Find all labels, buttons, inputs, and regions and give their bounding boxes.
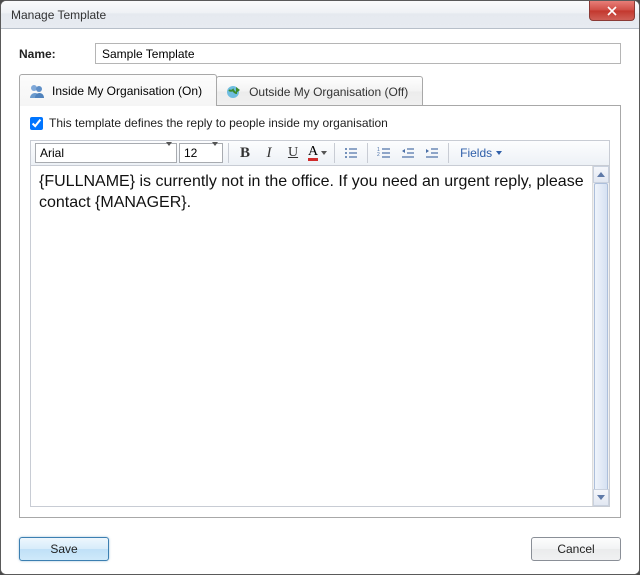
tab-strip: Inside My Organisation (On) Outside My O…: [19, 74, 621, 106]
indent-icon: [425, 146, 439, 160]
tab-label: Outside My Organisation (Off): [249, 85, 408, 99]
dialog-window: Manage Template Name: Inside My Organisa…: [0, 0, 640, 575]
numbered-list-button[interactable]: 12: [373, 142, 395, 164]
size-value: 12: [184, 146, 197, 160]
arrow-up-icon: [597, 172, 605, 177]
name-label: Name:: [19, 47, 81, 61]
close-icon: [607, 6, 617, 16]
name-input[interactable]: [95, 43, 621, 64]
bullet-list-button[interactable]: [340, 142, 362, 164]
save-button[interactable]: Save: [19, 537, 109, 561]
people-icon: [28, 82, 46, 100]
defines-reply-checkbox[interactable]: [30, 117, 43, 130]
titlebar[interactable]: Manage Template: [1, 1, 639, 29]
checkbox-label: This template defines the reply to peopl…: [49, 116, 388, 130]
chevron-down-icon: [166, 142, 172, 160]
indent-button[interactable]: [421, 142, 443, 164]
scroll-thumb[interactable]: [594, 183, 608, 493]
dialog-footer: Save Cancel: [1, 528, 639, 574]
chevron-down-icon: [212, 142, 218, 160]
editor-wrap: {FULLNAME} is currently not in the offic…: [30, 166, 610, 507]
separator: [448, 143, 449, 163]
fields-label: Fields: [460, 146, 492, 160]
tab-label: Inside My Organisation (On): [52, 84, 202, 98]
fields-button[interactable]: Fields: [454, 142, 508, 164]
underline-button[interactable]: U: [282, 142, 304, 164]
arrow-down-icon: [597, 495, 605, 500]
tab-inside-organisation[interactable]: Inside My Organisation (On): [19, 74, 217, 106]
outdent-icon: [401, 146, 415, 160]
svg-text:2: 2: [377, 152, 380, 158]
scroll-down-button[interactable]: [593, 489, 609, 506]
font-size-select[interactable]: 12: [179, 143, 223, 163]
checkbox-row: This template defines the reply to peopl…: [30, 116, 610, 130]
editor-toolbar: Arial 12 B I U A: [30, 140, 610, 166]
italic-button[interactable]: I: [258, 142, 280, 164]
separator: [367, 143, 368, 163]
bullet-list-icon: [344, 146, 358, 160]
scroll-up-button[interactable]: [593, 166, 609, 183]
numbered-list-icon: 12: [377, 146, 391, 160]
font-color-icon: A: [308, 146, 318, 161]
chevron-down-icon: [321, 151, 327, 155]
bold-button[interactable]: B: [234, 142, 256, 164]
font-value: Arial: [40, 146, 64, 160]
globe-arrow-icon: [225, 83, 243, 101]
separator: [334, 143, 335, 163]
content-area: Name: Inside My Organisation (On) Outsid…: [1, 29, 639, 528]
close-button[interactable]: [589, 1, 635, 21]
font-color-button[interactable]: A: [306, 142, 329, 164]
vertical-scrollbar[interactable]: [592, 166, 609, 506]
cancel-button[interactable]: Cancel: [531, 537, 621, 561]
tab-outside-organisation[interactable]: Outside My Organisation (Off): [216, 76, 423, 106]
tab-panel: This template defines the reply to peopl…: [19, 105, 621, 518]
separator: [228, 143, 229, 163]
window-title: Manage Template: [11, 8, 106, 22]
editor-textarea[interactable]: {FULLNAME} is currently not in the offic…: [31, 166, 592, 506]
chevron-down-icon: [496, 151, 502, 155]
name-row: Name:: [19, 43, 621, 64]
outdent-button[interactable]: [397, 142, 419, 164]
font-select[interactable]: Arial: [35, 143, 177, 163]
